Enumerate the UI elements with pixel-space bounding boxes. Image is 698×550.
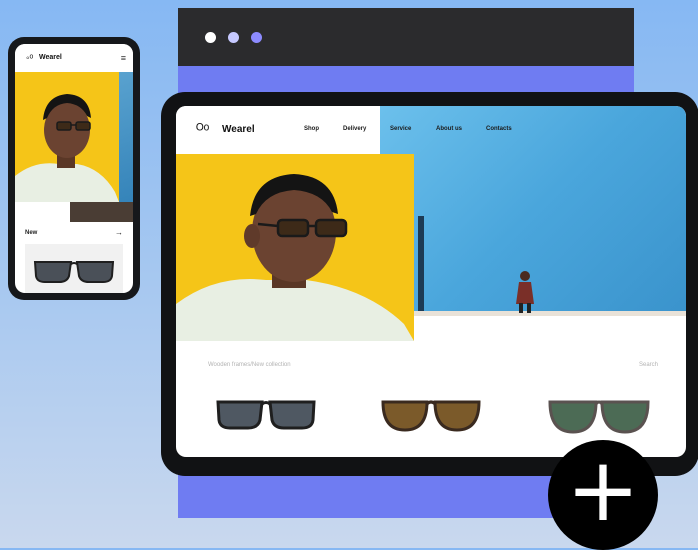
walking-man-illustration (380, 216, 686, 316)
nav-shop[interactable]: Shop (304, 126, 319, 132)
tablet-device: ᴼᵒ Wearel Shop Delivery Service About us… (161, 92, 698, 476)
tablet-hero-image (176, 154, 414, 341)
window-dot-lavender[interactable] (228, 32, 239, 43)
phone-device: ◦ᵒ Wearel ≡ New → (8, 37, 140, 300)
phone-brand-name[interactable]: Wearel (39, 54, 62, 61)
window-dot-purple[interactable] (251, 32, 262, 43)
window-dot-white[interactable] (205, 32, 216, 43)
add-plus-button[interactable]: + (548, 440, 658, 550)
phone-product-card[interactable] (25, 244, 123, 293)
tablet-brand-name[interactable]: Wearel (222, 124, 255, 135)
phone-header: ◦ᵒ Wearel ≡ (15, 44, 133, 72)
nav-contacts[interactable]: Contacts (486, 126, 512, 132)
phone-screen: ◦ᵒ Wearel ≡ New → (15, 44, 133, 293)
browser-title-bar (178, 8, 634, 66)
phone-portrait-illustration (15, 94, 119, 202)
sunglasses-green-icon[interactable] (544, 392, 654, 442)
nav-delivery[interactable]: Delivery (343, 126, 366, 132)
phone-wood-strip (70, 202, 133, 222)
arrow-right-icon[interactable]: → (115, 228, 123, 237)
hamburger-menu-icon[interactable]: ≡ (121, 53, 126, 63)
glasses-logo-icon[interactable]: ◦ᵒ (26, 53, 33, 64)
sunglasses-brown-icon[interactable] (379, 392, 483, 440)
sunglasses-icon (33, 261, 115, 283)
tablet-screen: ᴼᵒ Wearel Shop Delivery Service About us… (176, 106, 686, 457)
nav-about-us[interactable]: About us (436, 126, 462, 132)
search-link[interactable]: Search (639, 362, 658, 368)
plus-icon: + (566, 438, 640, 541)
portrait-illustration (176, 174, 414, 341)
blue-wall-photo (380, 106, 686, 316)
phone-hero-image (15, 72, 119, 202)
sunglasses-gray-icon[interactable] (214, 394, 318, 438)
glasses-logo-icon[interactable]: ᴼᵒ (196, 121, 209, 138)
collection-label[interactable]: Wooden frames/New collection (208, 362, 291, 368)
nav-service[interactable]: Service (390, 126, 411, 132)
phone-section-title: New (25, 230, 38, 236)
